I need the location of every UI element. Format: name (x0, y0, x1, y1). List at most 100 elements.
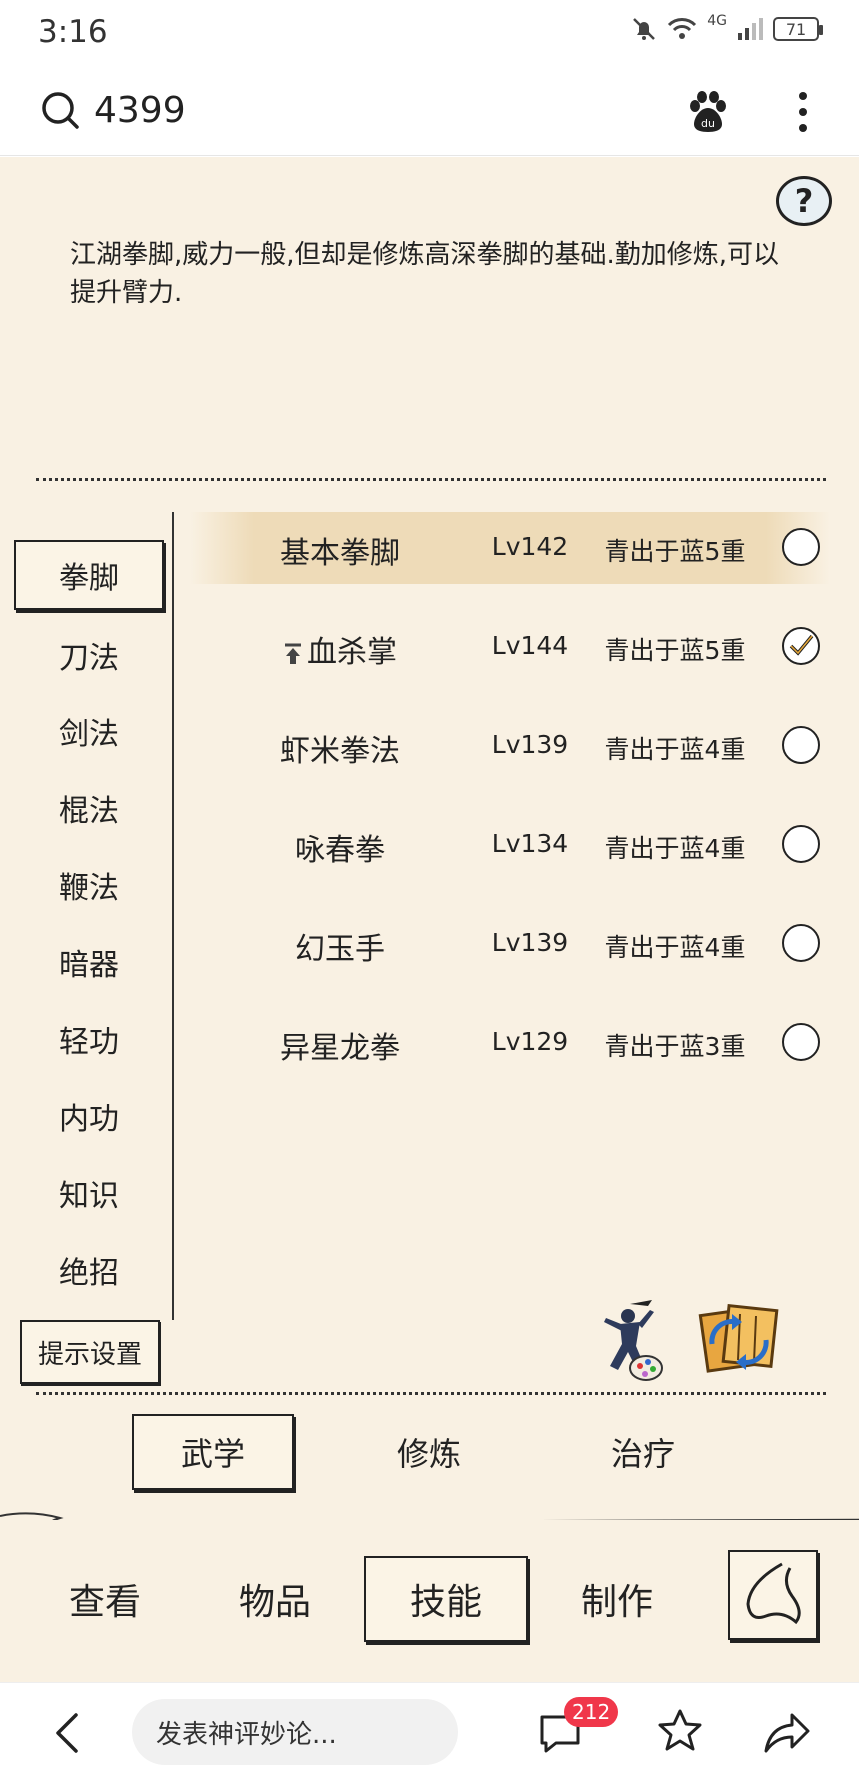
skill-level: Lv139 (491, 928, 569, 957)
main-tab-label: 查看 (68, 1582, 141, 1623)
help-label: ? (794, 182, 814, 220)
share-icon[interactable] (762, 1709, 812, 1755)
category-tab-neigong[interactable]: 内功 (14, 1081, 164, 1151)
game-back-button[interactable] (728, 1550, 818, 1640)
category-label: 鞭法 (59, 871, 119, 906)
status-icons: 4G 71 (631, 13, 823, 42)
comment-count-badge: 212 (564, 1697, 619, 1727)
skill-select-radio[interactable] (782, 825, 820, 863)
status-bar: 3:16 4G 71 (0, 0, 859, 68)
skill-row[interactable]: 基本拳脚 Lv142 青出于蓝5重 (190, 512, 830, 584)
skill-row[interactable]: 咏春拳 Lv134 青出于蓝4重 (190, 809, 830, 881)
skill-name: 咏春拳 (295, 833, 385, 868)
skill-level: Lv134 (491, 829, 569, 858)
back-swirl-icon (746, 1562, 801, 1625)
subtab-wuxue[interactable]: 武学 (132, 1414, 294, 1490)
network-type: 4G (707, 13, 727, 29)
browser-search-bar[interactable]: 4399 du (0, 68, 859, 156)
skill-select-radio[interactable] (782, 726, 820, 764)
star-icon[interactable] (656, 1707, 704, 1755)
category-tab-bianfa[interactable]: 鞭法 (14, 850, 164, 920)
help-button[interactable]: ? (776, 176, 832, 226)
skill-rank: 青出于蓝4重 (604, 834, 746, 863)
skill-select-radio[interactable] (782, 528, 820, 566)
comment-placeholder: 发表神评妙论... (156, 1719, 337, 1750)
tip-settings-label: 提示设置 (37, 1339, 142, 1370)
skill-level: Lv129 (491, 1027, 569, 1056)
main-tab-view[interactable]: 查看 (30, 1556, 180, 1642)
browser-bottom-bar: 发表神评妙论... 212 (0, 1682, 859, 1781)
skill-row[interactable]: 血杀掌 Lv144 青出于蓝5重 (190, 611, 830, 683)
divider-top (36, 478, 826, 482)
skill-row[interactable]: 幻玉手 Lv139 青出于蓝4重 (190, 908, 830, 980)
battery-icon: 71 (773, 17, 823, 41)
battery-level: 71 (785, 19, 807, 39)
skill-rank: 青出于蓝3重 (604, 1032, 746, 1061)
main-tab-craft[interactable]: 制作 (542, 1556, 692, 1642)
mute-bell-icon (633, 18, 656, 40)
category-divider (172, 512, 174, 1320)
main-tab-label: 物品 (238, 1582, 311, 1623)
skill-select-radio[interactable] (782, 1023, 820, 1061)
category-tab-daofa[interactable]: 刀法 (14, 620, 164, 690)
tip-settings-button[interactable]: 提示设置 (20, 1320, 160, 1384)
category-tab-juezhao[interactable]: 绝招 (14, 1235, 164, 1305)
skill-row[interactable]: 异星龙拳 Lv129 青出于蓝3重 (190, 1007, 830, 1079)
main-tab-label: 技能 (409, 1582, 482, 1623)
category-tab-gunfa[interactable]: 棍法 (14, 773, 164, 843)
main-tab-items[interactable]: 物品 (200, 1556, 350, 1642)
back-arrow-icon[interactable] (48, 1709, 88, 1757)
skill-select-radio[interactable] (782, 924, 820, 962)
skill-name-wrap: 血杀掌 (220, 627, 460, 671)
divider-bottom (36, 1392, 826, 1396)
comment-input[interactable]: 发表神评妙论... (132, 1699, 458, 1765)
category-label: 棍法 (59, 794, 119, 829)
category-tab-anqi[interactable]: 暗器 (14, 927, 164, 997)
search-icon[interactable] (40, 90, 80, 130)
skill-name: 幻玉手 (295, 932, 385, 967)
signal-icon (738, 18, 763, 40)
category-tab-zhishi[interactable]: 知识 (14, 1158, 164, 1228)
category-tab-quanjiao[interactable]: 拳脚 (14, 540, 164, 610)
subtab-xiulian[interactable]: 修炼 (348, 1414, 510, 1490)
skill-level: Lv144 (491, 631, 569, 660)
skill-name: 虾米拳法 (280, 734, 400, 769)
category-label: 知识 (59, 1179, 119, 1214)
category-label: 暗器 (59, 948, 119, 983)
skill-level: Lv139 (491, 730, 569, 759)
skill-description: 江湖拳脚,威力一般,但却是修炼高深拳脚的基础.勤加修炼,可以提升臂力. (70, 240, 780, 308)
svg-text:du: du (701, 117, 715, 130)
skill-name: 异星龙拳 (280, 1031, 400, 1066)
skill-rank: 青出于蓝4重 (604, 933, 746, 962)
status-time: 3:16 (38, 14, 108, 50)
category-tab-jianfa[interactable]: 剑法 (14, 696, 164, 766)
main-tab-skills[interactable]: 技能 (364, 1556, 528, 1642)
search-query[interactable]: 4399 (94, 90, 186, 131)
baidu-paw-icon[interactable]: du (686, 90, 730, 134)
category-label: 拳脚 (59, 561, 119, 596)
subtab-label: 修炼 (396, 1435, 461, 1473)
category-label: 绝招 (59, 1256, 119, 1291)
subtab-label: 武学 (180, 1435, 245, 1473)
martial-artist-palette-icon[interactable] (590, 1296, 670, 1386)
skill-name: 血杀掌 (307, 635, 397, 670)
category-label: 轻功 (59, 1025, 119, 1060)
category-tab-qinggong[interactable]: 轻功 (14, 1004, 164, 1074)
main-tab-label: 制作 (580, 1582, 653, 1623)
skill-rank: 青出于蓝5重 (604, 537, 746, 566)
skill-level: Lv142 (491, 532, 569, 561)
skill-rank: 青出于蓝4重 (604, 735, 746, 764)
skill-rank: 青出于蓝5重 (604, 636, 746, 665)
subtab-label: 治疗 (610, 1435, 675, 1473)
category-label: 内功 (59, 1102, 119, 1137)
category-label: 刀法 (59, 641, 119, 676)
checkmark-icon (789, 634, 814, 656)
upgrade-arrow-icon (285, 643, 301, 664)
swap-book-icon[interactable] (696, 1300, 782, 1380)
skill-name: 基本拳脚 (280, 536, 400, 571)
more-menu-icon[interactable] (790, 88, 816, 136)
subtab-zhiliao[interactable]: 治疗 (562, 1414, 724, 1490)
wifi-icon (668, 18, 697, 39)
skill-row[interactable]: 虾米拳法 Lv139 青出于蓝4重 (190, 710, 830, 782)
skill-select-radio-checked[interactable] (782, 627, 820, 665)
